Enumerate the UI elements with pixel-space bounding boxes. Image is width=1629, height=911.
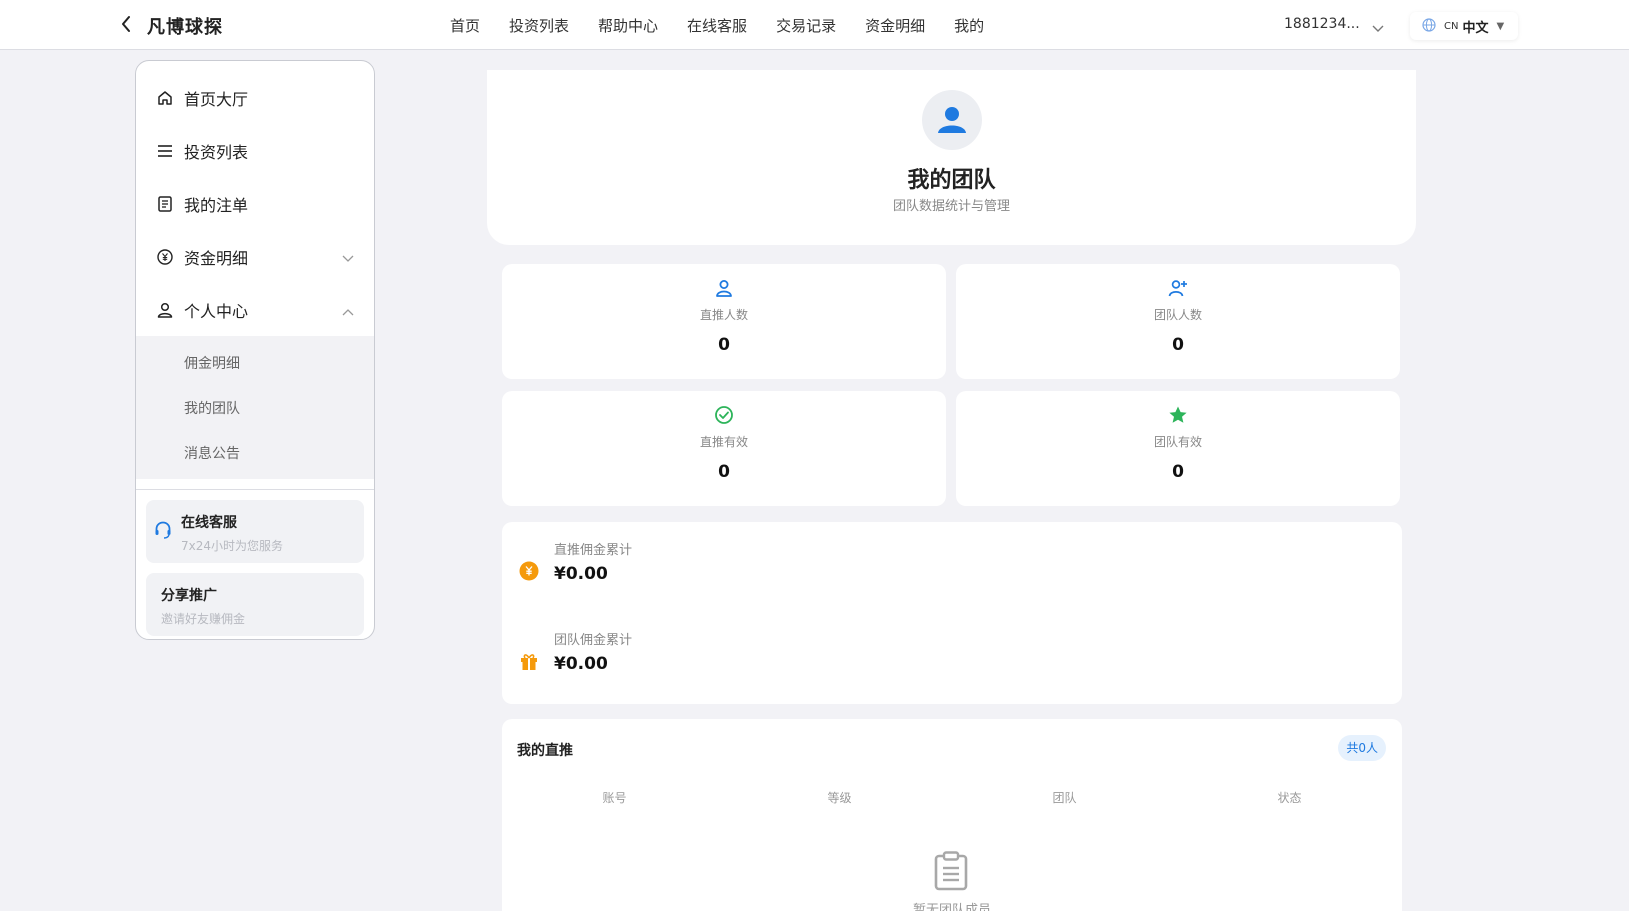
stat-card-direct-valid: 直推有效 0	[502, 391, 946, 506]
check-circle-icon	[502, 405, 946, 425]
yuan-coin-icon	[519, 561, 539, 581]
document-icon	[156, 195, 174, 213]
commission-label: 团队佣金累计	[554, 633, 633, 648]
star-icon	[956, 405, 1400, 425]
stat-value: 0	[1172, 462, 1184, 482]
page-subtitle: 团队数据统计与管理	[892, 199, 1010, 214]
stat-label: 直推有效	[699, 435, 748, 449]
chevron-down-icon	[342, 248, 354, 267]
yuan-coin-icon	[156, 248, 174, 266]
team-header-card: 我的团队 团队数据统计与管理	[487, 70, 1416, 245]
column-header-status: 状态	[1277, 791, 1302, 805]
stat-card-direct-count: 直推人数 0	[502, 264, 946, 379]
language-code: CN	[1444, 20, 1459, 32]
stat-value: 0	[718, 462, 730, 482]
personal-center-submenu: 佣金明细 我的团队 消息公告	[136, 336, 374, 479]
online-service-subtitle: 7x24小时为您服务	[181, 539, 284, 553]
nav-item-help[interactable]: 帮助中心	[598, 15, 658, 36]
chevron-down-icon[interactable]	[1372, 18, 1384, 37]
main-nav: 首页 投资列表 帮助中心 在线客服 交易记录 资金明细 我的	[450, 15, 1013, 36]
sidebar-item-my-bets[interactable]: 我的注单	[136, 177, 374, 230]
online-service-card[interactable]: 在线客服 7x24小时为您服务	[146, 500, 364, 563]
column-header-level: 等级	[827, 791, 852, 805]
commission-row-direct: 直推佣金累计 ¥0.00	[519, 539, 819, 599]
chevron-up-icon	[342, 301, 354, 320]
sidebar: 首页大厅 投资列表 我的注单 资金明细 个人中心 佣金明细 我的团队 消息公告	[135, 60, 375, 640]
home-icon	[156, 89, 174, 107]
sidebar-subitem-my-team[interactable]: 我的团队	[136, 385, 374, 430]
share-promotion-card[interactable]: 分享推广 邀请好友赚佣金	[146, 573, 364, 636]
globe-icon	[1422, 17, 1436, 36]
section-title: 我的直推	[517, 743, 573, 759]
count-badge: 共0人	[1338, 735, 1386, 761]
user-icon	[156, 301, 174, 319]
sidebar-item-label: 首页大厅	[184, 89, 249, 109]
add-user-icon	[956, 278, 1400, 298]
sidebar-item-label: 资金明细	[184, 248, 249, 268]
share-promotion-subtitle: 邀请好友赚佣金	[161, 612, 246, 626]
sidebar-item-invest-list[interactable]: 投资列表	[136, 124, 374, 177]
commission-value: ¥0.00	[554, 654, 608, 674]
commission-summary-card: 直推佣金累计 ¥0.00 团队佣金累计 ¥0.00	[502, 522, 1402, 704]
column-header-team: 团队	[1052, 791, 1077, 805]
nav-item-home[interactable]: 首页	[450, 15, 480, 36]
stat-card-team-valid: 团队有效 0	[956, 391, 1400, 506]
sidebar-item-home[interactable]: 首页大厅	[136, 71, 374, 124]
column-header-account: 账号	[602, 791, 627, 805]
stat-label: 团队人数	[1153, 308, 1202, 322]
share-promotion-title: 分享推广	[161, 588, 217, 604]
user-account[interactable]: 1881234...	[1284, 16, 1360, 32]
nav-item-funds[interactable]: 资金明细	[865, 15, 925, 36]
back-arrow-icon[interactable]	[116, 13, 136, 35]
commission-row-team: 团队佣金累计 ¥0.00	[519, 629, 819, 689]
language-selector[interactable]: CN 中文 ▼	[1410, 12, 1518, 40]
avatar	[922, 90, 982, 150]
direct-referrals-card: 我的直推 共0人 账号 等级 团队 状态 暂无团队成员	[502, 719, 1402, 911]
top-navbar: 凡博球探 首页 投资列表 帮助中心 在线客服 交易记录 资金明细 我的 1881…	[0, 0, 1629, 50]
empty-state-text: 暂无团队成员	[912, 903, 991, 911]
user-icon	[502, 278, 946, 298]
sidebar-item-label: 个人中心	[184, 301, 249, 321]
nav-item-transactions[interactable]: 交易记录	[776, 15, 836, 36]
sidebar-subitem-commission[interactable]: 佣金明细	[136, 340, 374, 385]
language-label: 中文	[1462, 20, 1489, 36]
sidebar-item-personal-center[interactable]: 个人中心	[136, 283, 374, 336]
sidebar-item-label: 投资列表	[184, 142, 249, 162]
stat-label: 团队有效	[1153, 435, 1202, 449]
headset-icon	[153, 520, 173, 544]
sidebar-item-label: 我的注单	[184, 195, 249, 215]
commission-label: 直推佣金累计	[554, 543, 633, 558]
stat-card-team-count: 团队人数 0	[956, 264, 1400, 379]
table-header: 账号 等级 团队 状态	[502, 789, 1402, 806]
brand-title: 凡博球探	[147, 17, 223, 38]
nav-item-service[interactable]: 在线客服	[687, 15, 747, 36]
nav-item-invest-list[interactable]: 投资列表	[509, 15, 569, 36]
clipboard-icon	[933, 851, 969, 895]
stat-label: 直推人数	[699, 308, 748, 322]
nav-item-mine[interactable]: 我的	[954, 15, 984, 36]
sidebar-subitem-announcements[interactable]: 消息公告	[136, 430, 374, 475]
list-icon	[156, 142, 174, 160]
gift-icon	[519, 651, 539, 671]
user-avatar-icon	[938, 107, 966, 133]
commission-value: ¥0.00	[554, 564, 608, 584]
caret-down-icon: ▼	[1496, 20, 1505, 32]
page-title: 我的团队	[907, 168, 996, 193]
stat-value: 0	[718, 335, 730, 355]
stat-value: 0	[1172, 335, 1184, 355]
sidebar-item-funds[interactable]: 资金明细	[136, 230, 374, 283]
sidebar-divider	[136, 489, 374, 490]
online-service-title: 在线客服	[181, 515, 237, 531]
